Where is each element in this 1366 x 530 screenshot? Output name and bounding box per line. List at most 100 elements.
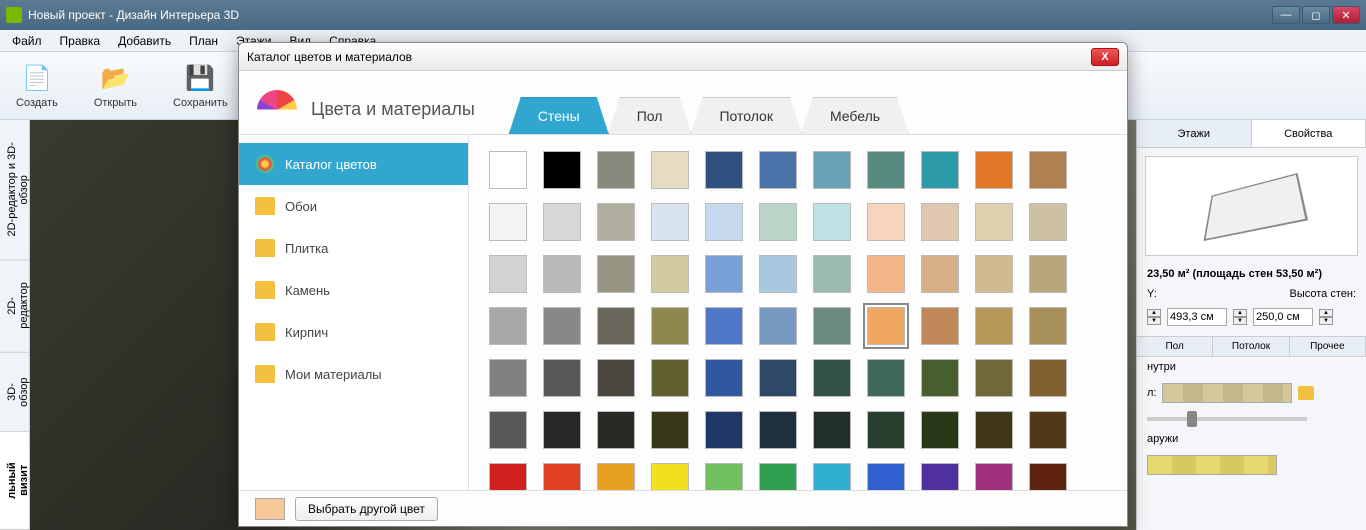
color-swatch[interactable] (759, 359, 797, 397)
vtab-2d3d[interactable]: 2D-редактор и 3D-обзор (0, 120, 29, 260)
color-swatch[interactable] (975, 203, 1013, 241)
color-swatch[interactable] (1029, 307, 1067, 345)
color-swatch[interactable] (705, 151, 743, 189)
subtab-floor[interactable]: Пол (1137, 337, 1213, 356)
color-swatch[interactable] (651, 151, 689, 189)
slider-thumb[interactable] (1187, 411, 1197, 427)
browse-material-icon[interactable] (1298, 386, 1314, 400)
tab-furniture[interactable]: Мебель (801, 97, 909, 134)
cat-colors[interactable]: Каталог цветов (239, 143, 468, 185)
color-swatch[interactable] (543, 255, 581, 293)
cat-brick[interactable]: Кирпич (239, 311, 468, 353)
color-swatch[interactable] (651, 307, 689, 345)
color-swatch[interactable] (489, 203, 527, 241)
color-swatch[interactable] (867, 359, 905, 397)
color-swatch[interactable] (651, 463, 689, 490)
color-swatch[interactable] (705, 463, 743, 490)
color-swatch[interactable] (759, 411, 797, 449)
save-button[interactable]: 💾 Сохранить (165, 59, 236, 113)
color-swatch[interactable] (867, 255, 905, 293)
color-swatch[interactable] (975, 307, 1013, 345)
color-swatch[interactable] (705, 203, 743, 241)
color-swatch[interactable] (813, 255, 851, 293)
color-swatch[interactable] (651, 359, 689, 397)
color-swatch[interactable] (543, 463, 581, 490)
close-button[interactable]: ✕ (1332, 6, 1360, 24)
menu-edit[interactable]: Правка (52, 32, 109, 50)
material-swatch[interactable] (1162, 383, 1292, 403)
color-swatch[interactable] (867, 463, 905, 490)
color-swatch[interactable] (813, 359, 851, 397)
minimize-button[interactable]: — (1272, 6, 1300, 24)
color-swatch[interactable] (813, 203, 851, 241)
color-swatch[interactable] (1029, 359, 1067, 397)
color-swatch[interactable] (1029, 411, 1067, 449)
pick-other-color-button[interactable]: Выбрать другой цвет (295, 497, 438, 521)
subtab-other[interactable]: Прочее (1290, 337, 1366, 356)
color-swatch[interactable] (759, 203, 797, 241)
color-swatch[interactable] (597, 411, 635, 449)
color-swatch[interactable] (543, 151, 581, 189)
menu-plan[interactable]: План (181, 32, 226, 50)
color-swatch[interactable] (867, 411, 905, 449)
subtab-ceiling[interactable]: Потолок (1213, 337, 1289, 356)
material-swatch-outside[interactable] (1147, 455, 1277, 475)
color-swatch[interactable] (489, 411, 527, 449)
cat-wallpaper[interactable]: Обои (239, 185, 468, 227)
create-button[interactable]: 📄 Создать (8, 59, 66, 113)
color-swatch[interactable] (489, 255, 527, 293)
color-swatch[interactable] (975, 411, 1013, 449)
color-swatch[interactable] (1029, 203, 1067, 241)
tab-floor[interactable]: Пол (608, 97, 692, 134)
color-swatch[interactable] (651, 203, 689, 241)
color-swatch[interactable] (813, 307, 851, 345)
color-swatch[interactable] (597, 151, 635, 189)
color-swatch[interactable] (705, 307, 743, 345)
color-swatch[interactable] (651, 411, 689, 449)
material-slider[interactable] (1147, 417, 1307, 421)
color-swatch[interactable] (543, 359, 581, 397)
tab-ceiling[interactable]: Потолок (690, 97, 802, 134)
vtab-2d[interactable]: 2D-редактор (0, 260, 29, 353)
color-swatch[interactable] (597, 463, 635, 490)
color-swatch[interactable] (975, 463, 1013, 490)
cat-stone[interactable]: Камень (239, 269, 468, 311)
color-swatch[interactable] (597, 255, 635, 293)
color-swatch[interactable] (921, 411, 959, 449)
color-swatch[interactable] (597, 203, 635, 241)
dialog-titlebar[interactable]: Каталог цветов и материалов X (239, 43, 1127, 71)
open-button[interactable]: 📂 Открыть (86, 59, 145, 113)
color-swatch[interactable] (975, 151, 1013, 189)
color-swatch[interactable] (921, 203, 959, 241)
color-swatch[interactable] (867, 151, 905, 189)
color-swatch[interactable] (975, 255, 1013, 293)
color-swatch[interactable] (921, 151, 959, 189)
dialog-close-button[interactable]: X (1091, 48, 1119, 66)
vtab-3d[interactable]: 3D-обзор (0, 353, 29, 432)
color-swatch[interactable] (921, 359, 959, 397)
color-swatch[interactable] (543, 411, 581, 449)
menu-add[interactable]: Добавить (110, 32, 179, 50)
color-swatch[interactable] (867, 307, 905, 345)
color-swatch[interactable] (759, 151, 797, 189)
y-input[interactable] (1167, 308, 1227, 326)
height-spinner[interactable]: ▲▼ (1233, 309, 1247, 325)
color-swatch[interactable] (813, 151, 851, 189)
color-swatch[interactable] (543, 307, 581, 345)
color-swatch[interactable] (759, 255, 797, 293)
color-swatch[interactable] (489, 463, 527, 490)
color-swatch[interactable] (975, 359, 1013, 397)
color-swatch[interactable] (1029, 463, 1067, 490)
color-swatch[interactable] (705, 255, 743, 293)
color-swatch[interactable] (705, 359, 743, 397)
color-swatch[interactable] (813, 463, 851, 490)
color-swatch[interactable] (1029, 151, 1067, 189)
color-swatch[interactable] (921, 307, 959, 345)
color-swatch[interactable] (489, 151, 527, 189)
y-spinner[interactable]: ▲▼ (1147, 309, 1161, 325)
maximize-button[interactable]: ◻ (1302, 6, 1330, 24)
tab-properties[interactable]: Свойства (1252, 120, 1366, 147)
color-swatch[interactable] (597, 359, 635, 397)
color-swatch[interactable] (651, 255, 689, 293)
color-swatch[interactable] (759, 307, 797, 345)
